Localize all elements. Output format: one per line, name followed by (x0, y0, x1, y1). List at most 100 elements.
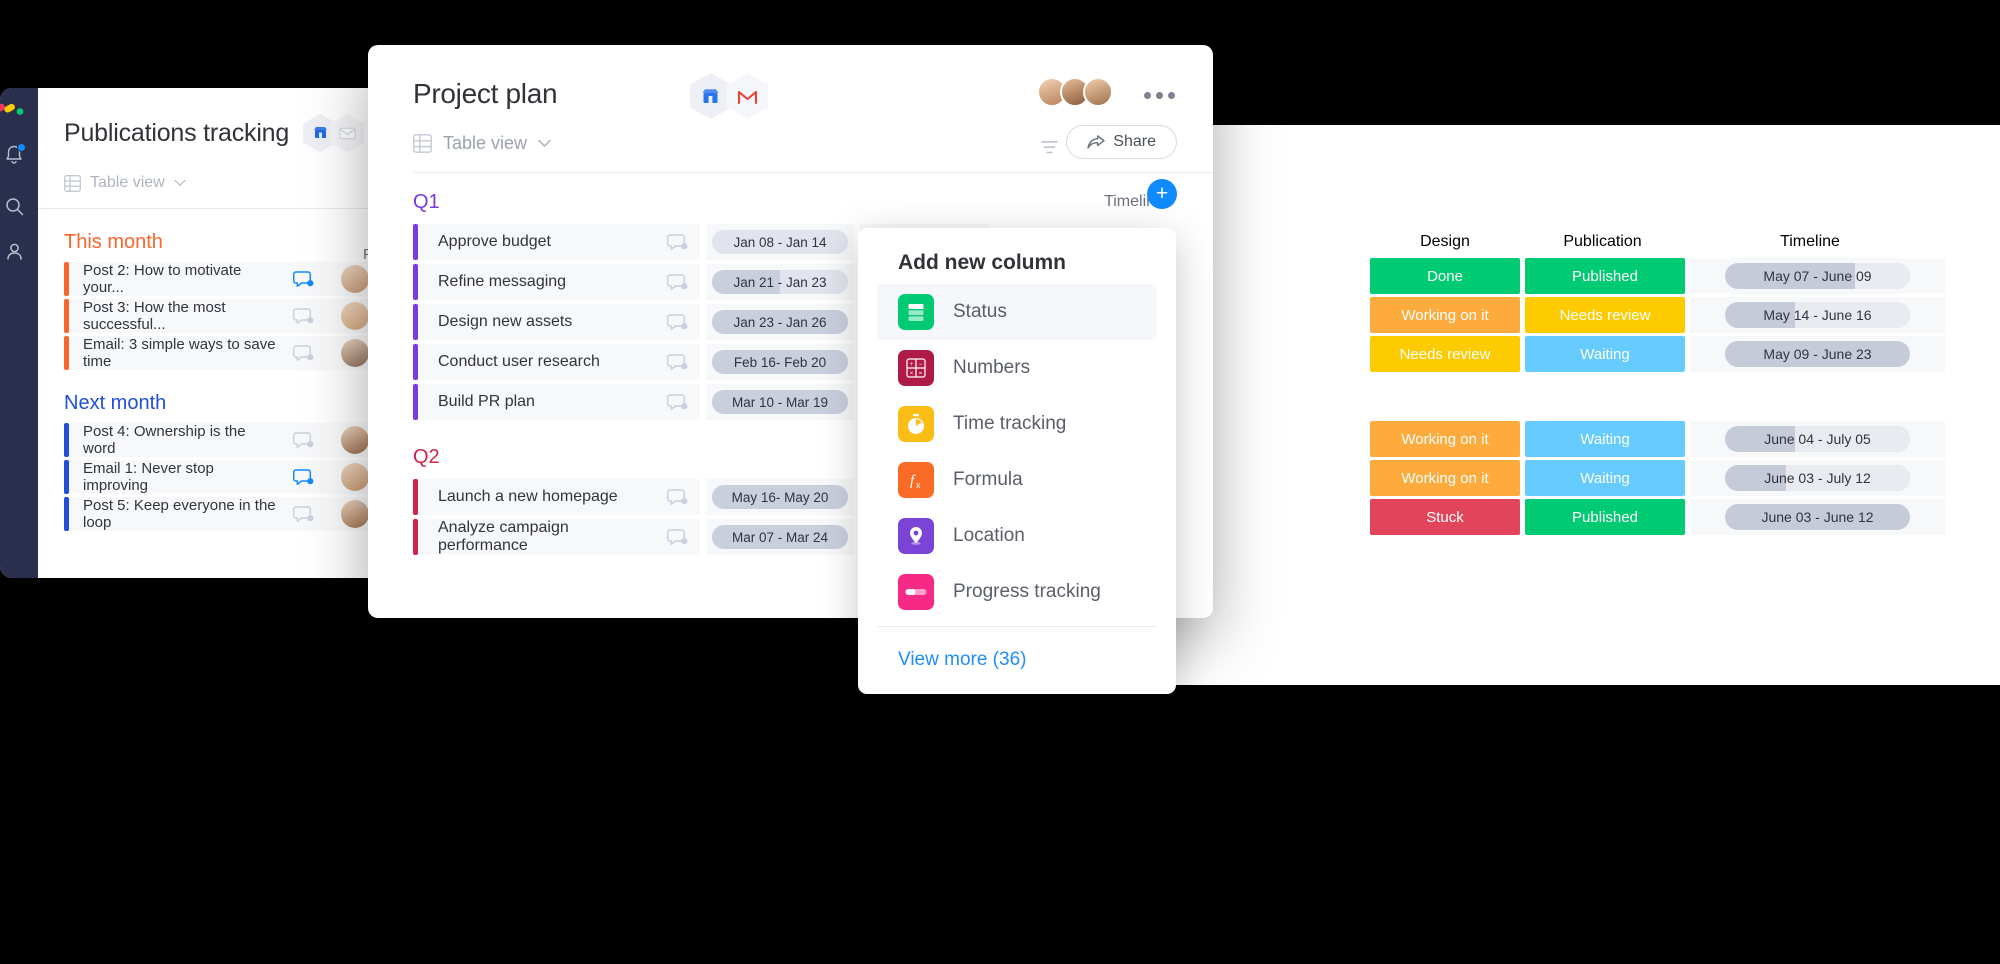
status-icon (898, 294, 934, 330)
group-title[interactable]: Q1 (368, 191, 1213, 214)
chat-icon[interactable] (667, 353, 688, 372)
table-row[interactable]: Working on it Waiting June 04 - July 05 (1370, 421, 1945, 457)
app-sidebar (0, 88, 38, 578)
stopwatch-icon (898, 406, 934, 442)
status-badge-publication[interactable]: Needs review (1525, 297, 1685, 333)
center-integration-icons (690, 73, 768, 119)
row-chat-cell[interactable] (655, 224, 700, 260)
table-icon (413, 134, 432, 153)
row-chat-cell[interactable] (655, 519, 700, 555)
chat-icon[interactable] (667, 488, 688, 507)
dropdown-item-status[interactable]: Status (877, 284, 1157, 340)
row-timeline-cell[interactable]: Feb 16- Feb 20 (706, 344, 854, 380)
chat-icon[interactable] (667, 273, 688, 292)
row-chat-cell[interactable] (655, 384, 700, 420)
center-view-selector[interactable]: Table view (413, 133, 551, 154)
chat-icon[interactable] (667, 528, 688, 547)
table-row[interactable]: Working on it Needs review May 14 - June 1… (1370, 297, 1945, 333)
chat-icon[interactable] (292, 431, 314, 450)
row-timeline-cell[interactable]: June 04 - July 05 (1690, 421, 1945, 457)
chat-icon[interactable] (292, 505, 314, 524)
share-button[interactable]: Share (1066, 125, 1177, 159)
row-timeline-cell[interactable]: June 03 - July 12 (1690, 460, 1945, 496)
search-icon[interactable] (5, 197, 24, 216)
status-badge-publication[interactable]: Waiting (1525, 460, 1685, 496)
envelope-icon[interactable] (330, 114, 365, 152)
row-chat-cell[interactable] (281, 423, 325, 457)
avatar[interactable] (341, 302, 369, 330)
table-row[interactable]: Working on it Waiting June 03 - July 12 (1370, 460, 1945, 496)
row-task-name: Build PR plan (418, 384, 655, 420)
status-badge-publication[interactable]: Waiting (1525, 336, 1685, 372)
status-badge-publication[interactable]: Published (1525, 258, 1685, 294)
chat-icon[interactable] (667, 313, 688, 332)
status-badge-design[interactable]: Working on it (1370, 297, 1520, 333)
numbers-calculator-icon: + − × = (898, 350, 934, 386)
table-row[interactable]: Stuck Published June 03 - June 12 (1370, 499, 1945, 535)
dropdown-item-progress-tracking[interactable]: Progress tracking (877, 564, 1157, 620)
row-chat-cell[interactable] (655, 344, 700, 380)
right-group-two: Working on it Waiting June 04 - July 05 Wor… (1370, 421, 1945, 538)
row-timeline-cell[interactable]: Jan 08 - Jan 14 (706, 224, 854, 260)
row-chat-cell[interactable] (655, 264, 700, 300)
view-more-link[interactable]: View more (36) (877, 627, 1157, 671)
location-pin-icon (898, 518, 934, 554)
chat-icon-active[interactable] (292, 468, 314, 487)
status-badge-design[interactable]: Stuck (1370, 499, 1520, 535)
row-timeline-cell[interactable]: May 14 - June 16 (1690, 297, 1945, 333)
status-badge-design[interactable]: Done (1370, 258, 1520, 294)
status-badge-publication[interactable]: Published (1525, 499, 1685, 535)
status-badge-design[interactable]: Working on it (1370, 421, 1520, 457)
row-chat-cell[interactable] (281, 497, 325, 531)
dropdown-item-time-tracking[interactable]: Time tracking (877, 396, 1157, 452)
dropdown-item-label: Progress tracking (953, 581, 1101, 602)
chat-icon[interactable] (292, 344, 314, 363)
center-avatar-group[interactable] (1037, 77, 1113, 107)
avatar[interactable] (341, 463, 369, 491)
share-arrow-icon (1087, 134, 1105, 149)
dropdown-title: Add new column (898, 251, 1066, 274)
row-chat-cell[interactable] (281, 262, 325, 296)
table-row[interactable]: Done Published May 07 - June 09 (1370, 258, 1945, 294)
row-timeline-cell[interactable]: Mar 10 - Mar 19 (706, 384, 854, 420)
dropdown-item-location[interactable]: Location (877, 508, 1157, 564)
status-badge-design[interactable]: Needs review (1370, 336, 1520, 372)
more-options-icon[interactable] (1144, 92, 1175, 99)
row-timeline-cell[interactable]: Jan 21 - Jan 23 (706, 264, 854, 300)
notifications-bell-icon[interactable] (4, 143, 26, 171)
person-icon[interactable] (5, 242, 24, 261)
chat-icon[interactable] (667, 233, 688, 252)
avatar[interactable] (1083, 77, 1113, 107)
row-timeline-cell[interactable]: Mar 07 - Mar 24 (706, 519, 854, 555)
row-chat-cell[interactable] (655, 304, 700, 340)
row-chat-cell[interactable] (281, 336, 325, 370)
avatar[interactable] (341, 265, 369, 293)
timeline-pill: Jan 08 - Jan 14 (712, 230, 848, 254)
avatar[interactable] (341, 500, 369, 528)
filter-icon[interactable] (1041, 141, 1058, 155)
row-chat-cell[interactable] (281, 460, 325, 494)
row-timeline-cell[interactable]: Jan 23 - Jan 26 (706, 304, 854, 340)
avatar[interactable] (341, 426, 369, 454)
dropdown-item-label: Numbers (953, 357, 1031, 378)
chat-icon-active[interactable] (292, 270, 314, 289)
column-header-publication: Publication (1563, 233, 1642, 250)
monday-logo[interactable] (0, 102, 24, 118)
shop-icon[interactable] (690, 73, 731, 119)
status-badge-design[interactable]: Working on it (1370, 460, 1520, 496)
avatar[interactable] (341, 339, 369, 367)
row-timeline-cell[interactable]: May 16- May 20 (706, 479, 854, 515)
row-timeline-cell[interactable]: June 03 - June 12 (1690, 499, 1945, 535)
dropdown-item-formula[interactable]: f x Formula (877, 452, 1157, 508)
chat-icon[interactable] (667, 393, 688, 412)
gmail-icon[interactable] (727, 73, 768, 119)
row-timeline-cell[interactable]: May 07 - June 09 (1690, 258, 1945, 294)
dropdown-item-numbers[interactable]: + − × = Numbers (877, 340, 1157, 396)
row-chat-cell[interactable] (655, 479, 700, 515)
chat-icon[interactable] (292, 307, 314, 326)
table-row[interactable]: Needs review Waiting May 09 - June 23 (1370, 336, 1945, 372)
row-timeline-cell[interactable]: May 09 - June 23 (1690, 336, 1945, 372)
row-chat-cell[interactable] (281, 299, 325, 333)
status-badge-publication[interactable]: Waiting (1525, 421, 1685, 457)
chevron-down-icon (174, 179, 186, 186)
